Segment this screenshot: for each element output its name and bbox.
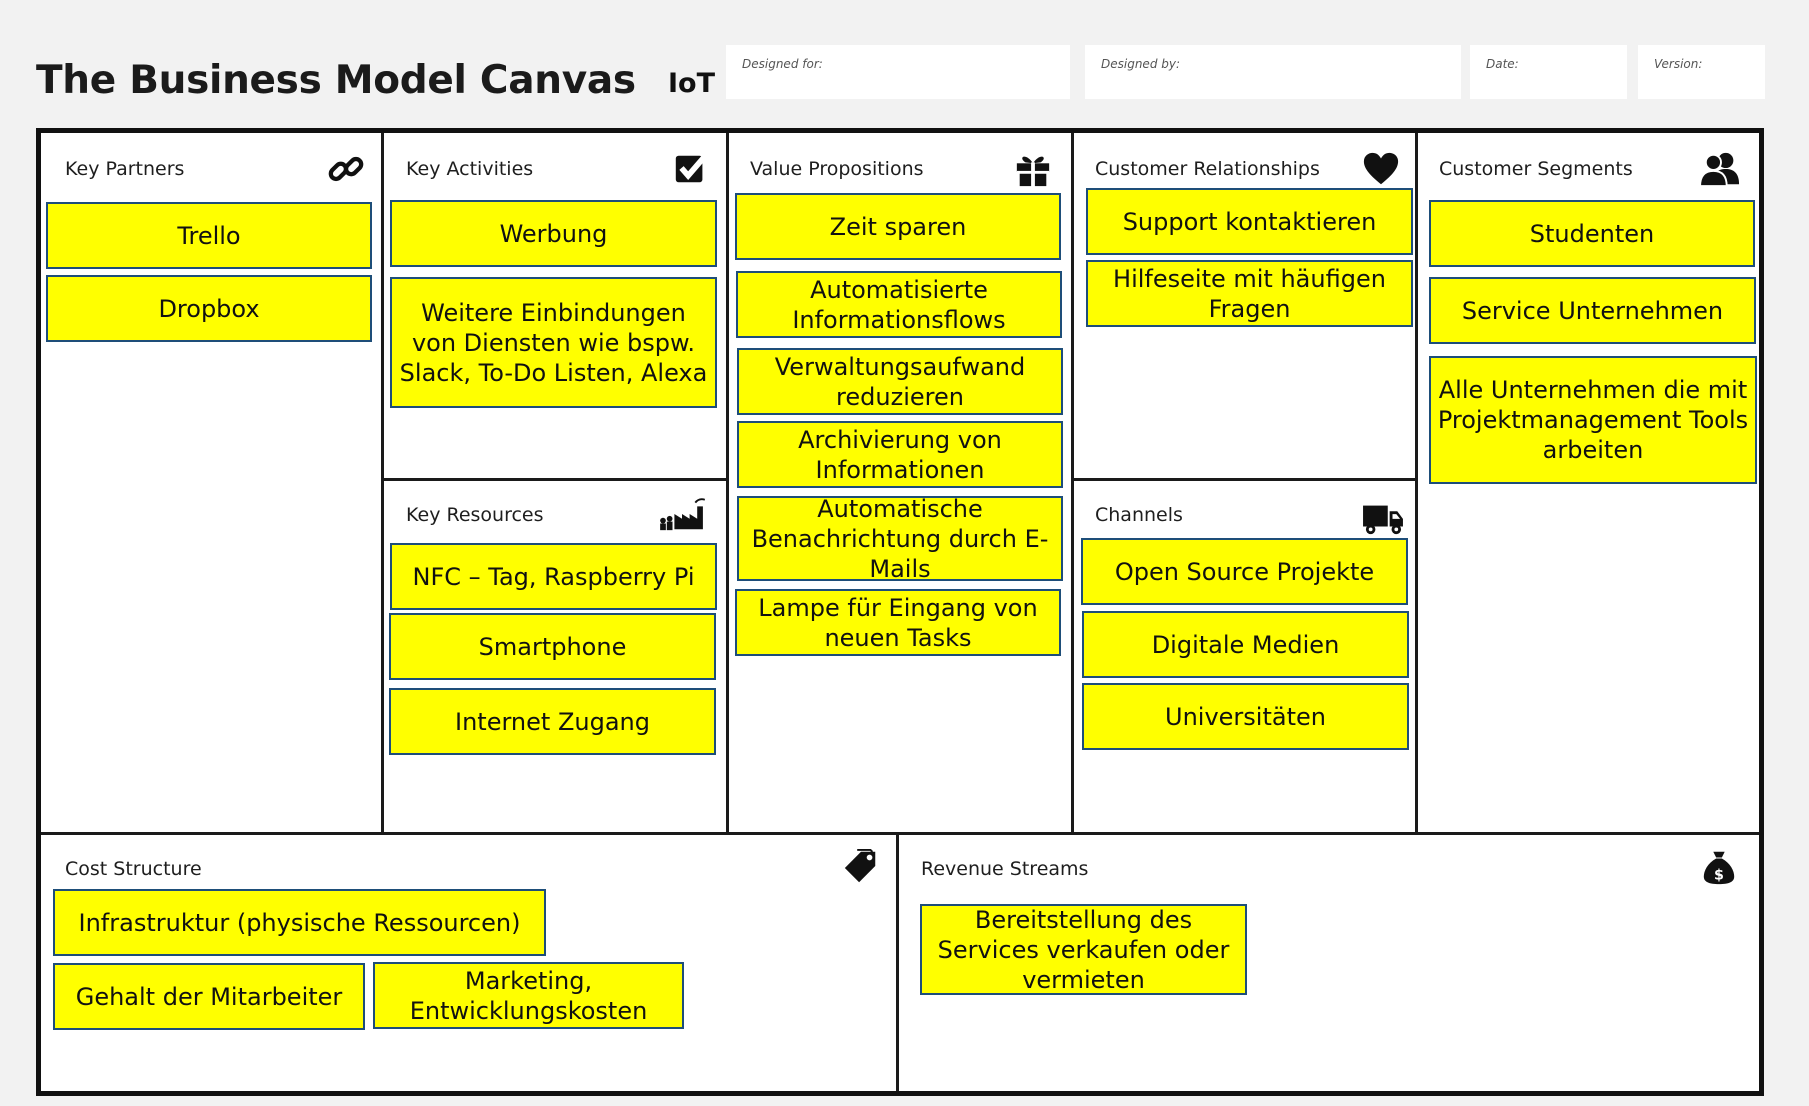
- value-prop-note-1: Zeit sparen: [735, 193, 1061, 260]
- key-resources-title: Key Resources: [406, 504, 544, 526]
- key-resources-note-2: Smartphone: [389, 613, 716, 680]
- key-activities-note-2: Weitere Einbindungen von Diensten wie bs…: [390, 277, 717, 408]
- value-prop-note-6: Lampe für Eingang von neuen Tasks: [735, 589, 1061, 656]
- designed-for-label: Designed for:: [742, 57, 823, 71]
- grid-divider: [1071, 133, 1074, 833]
- users-icon: [1699, 152, 1740, 188]
- grid-divider: [726, 133, 729, 833]
- channels-note-2: Digitale Medien: [1082, 611, 1409, 678]
- channels-note-3: Universitäten: [1082, 683, 1409, 750]
- grid-divider: [381, 133, 384, 833]
- grid-divider: [382, 478, 727, 481]
- version-label: Version:: [1654, 57, 1703, 71]
- grid-divider: [1072, 478, 1417, 481]
- cost-note-1: Infrastruktur (physische Ressourcen): [53, 889, 546, 956]
- page-title: The Business Model Canvas: [36, 58, 636, 103]
- link-icon: [328, 156, 364, 182]
- grid-divider: [896, 833, 899, 1091]
- version-field[interactable]: Version:: [1638, 45, 1765, 99]
- designed-by-label: Designed by:: [1101, 57, 1181, 71]
- key-activities-title: Key Activities: [406, 158, 534, 180]
- cost-note-3: Marketing, Entwicklungskosten: [373, 962, 684, 1029]
- factory-people-icon: [660, 498, 706, 531]
- key-partners-note-2: Dropbox: [46, 275, 372, 342]
- value-prop-note-4: Archivierung von Informationen: [737, 421, 1063, 488]
- value-prop-note-3: Verwaltungsaufwand reduzieren: [737, 348, 1063, 415]
- designed-by-field[interactable]: Designed by:: [1085, 45, 1461, 99]
- money-bag-icon: $: [1703, 851, 1735, 885]
- grid-divider: [41, 832, 1759, 835]
- designed-for-field[interactable]: Designed for:: [726, 45, 1070, 99]
- heart-icon: [1363, 152, 1399, 185]
- customer-segments-title: Customer Segments: [1439, 158, 1633, 180]
- customer-seg-note-1: Studenten: [1429, 200, 1755, 267]
- customer-seg-note-3: Alle Unternehmen die mit Projektmanageme…: [1429, 356, 1757, 484]
- grid-divider: [1415, 133, 1418, 833]
- gift-icon: [1016, 156, 1050, 188]
- truck-icon: [1363, 505, 1403, 535]
- value-prop-note-2: Automatisierte Informationsflows: [736, 271, 1062, 338]
- cost-structure-title: Cost Structure: [65, 858, 202, 880]
- checkbox-icon: [675, 152, 709, 183]
- customer-rel-note-2: Hilfeseite mit häufigen Fragen: [1086, 260, 1413, 327]
- value-prop-note-5: Automatische Benachrichtung durch E-Mail…: [737, 495, 1063, 583]
- key-resources-note-1: NFC – Tag, Raspberry Pi: [390, 543, 717, 610]
- price-tag-icon: [844, 848, 876, 883]
- customer-seg-note-2: Service Unternehmen: [1429, 277, 1756, 344]
- customer-relationships-title: Customer Relationships: [1095, 158, 1320, 180]
- date-label: Date:: [1486, 57, 1519, 71]
- customer-rel-note-1: Support kontaktieren: [1086, 188, 1413, 255]
- key-resources-note-3: Internet Zugang: [389, 688, 716, 755]
- cost-note-2: Gehalt der Mitarbeiter: [53, 963, 365, 1030]
- revenue-streams-title: Revenue Streams: [921, 858, 1089, 880]
- key-partners-note-1: Trello: [46, 202, 372, 269]
- channels-title: Channels: [1095, 504, 1183, 526]
- svg-text:$: $: [1714, 867, 1724, 883]
- key-partners-title: Key Partners: [65, 158, 185, 180]
- revenue-note-1: Bereitstellung des Services verkaufen od…: [920, 904, 1247, 995]
- key-activities-note-1: Werbung: [390, 200, 717, 267]
- value-propositions-title: Value Propositions: [750, 158, 924, 180]
- channels-note-1: Open Source Projekte: [1081, 538, 1408, 605]
- date-field[interactable]: Date:: [1470, 45, 1627, 99]
